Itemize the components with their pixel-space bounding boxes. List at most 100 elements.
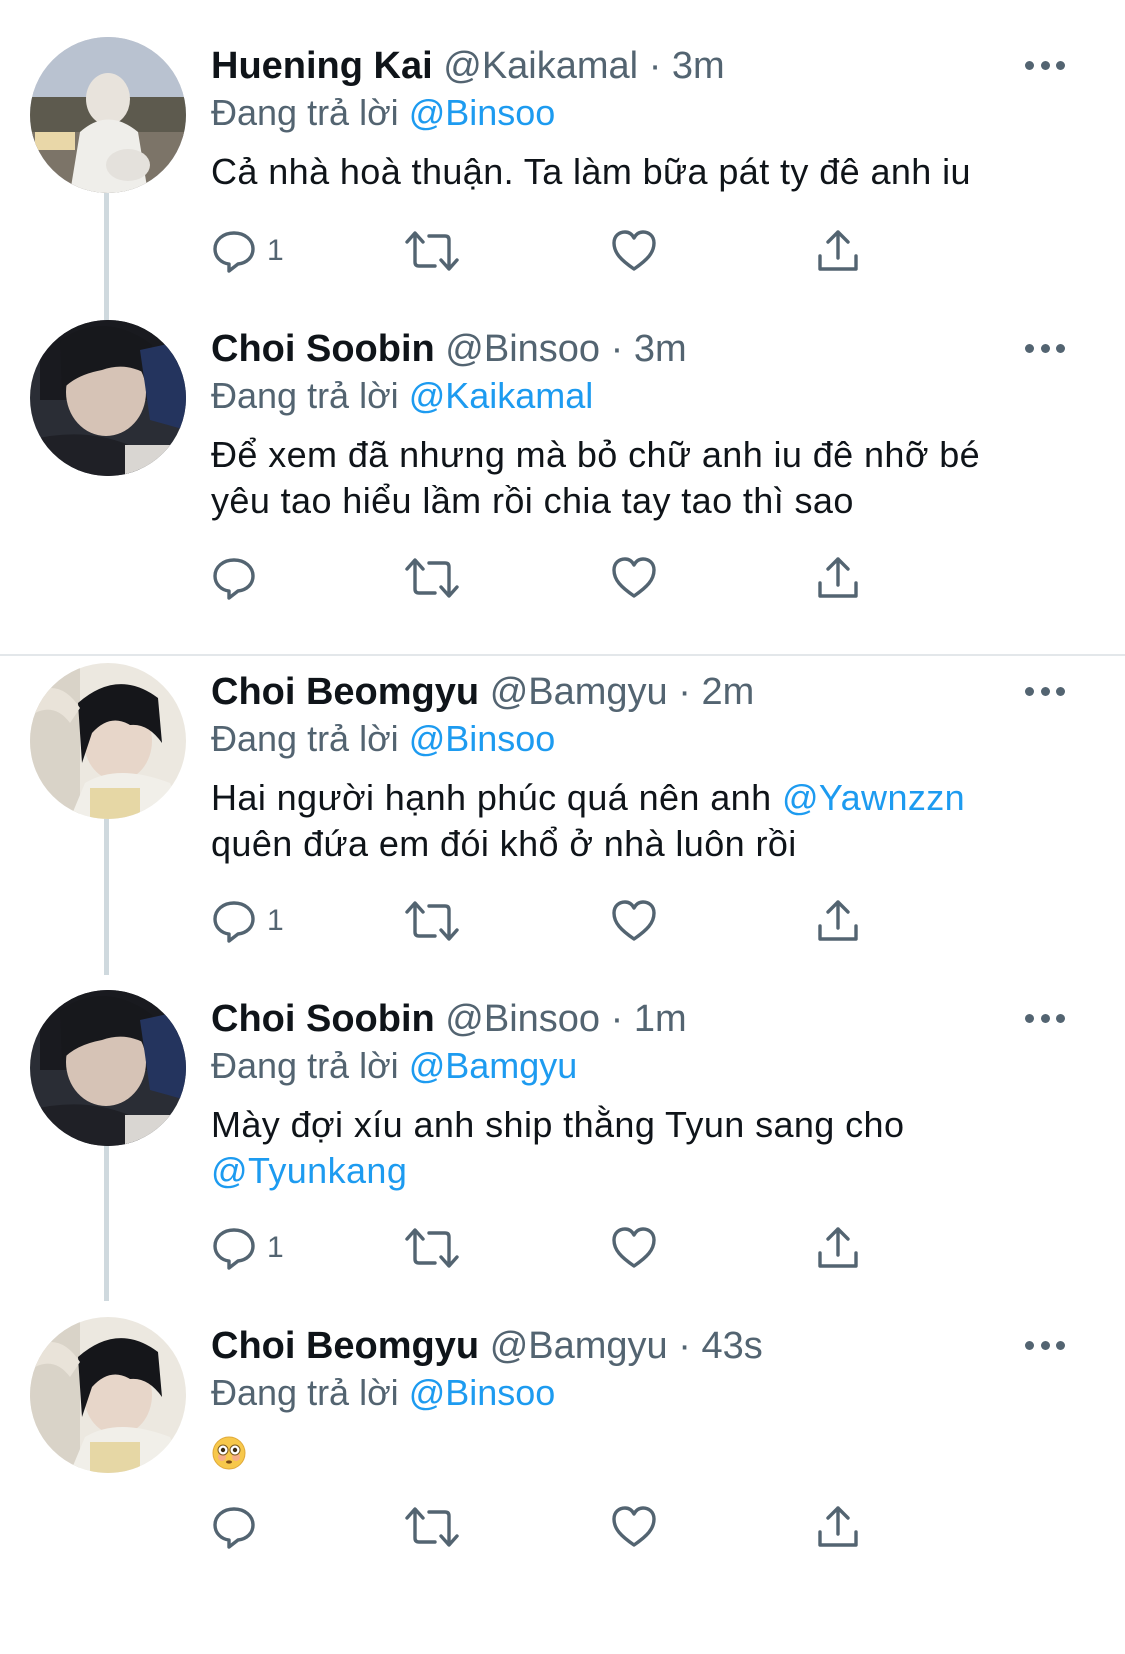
replying-to: Đang trả lời @Binsoo [211, 1370, 555, 1416]
conversation-divider [0, 654, 1125, 656]
separator-dot: · [610, 328, 624, 370]
more-icon[interactable] [1025, 338, 1065, 358]
reply-icon [213, 1228, 255, 1270]
mention-link[interactable]: @Binsoo [409, 92, 556, 133]
display-name[interactable]: Choi Soobin [211, 998, 435, 1040]
user-handle[interactable]: @Bamgyu [490, 1325, 668, 1367]
replying-to-label: Đang trả lời [211, 1372, 399, 1413]
display-name[interactable]: Huening Kai [211, 45, 433, 87]
tweet-text-line: yêu tao hiểu lầm rồi chia tay tao thì sa… [211, 480, 854, 521]
tweet-header: Choi Beomgyu @Bamgyu · 2m [211, 667, 754, 717]
tweet-text-line: Để xem đã nhưng mà bỏ chữ anh iu đê nhỡ … [211, 434, 981, 475]
tweet[interactable]: Huening Kai @Kaikamal · 3m Đang trả lời … [0, 37, 1125, 287]
retweet-icon [405, 901, 459, 941]
retweet-button[interactable] [403, 550, 461, 606]
avatar[interactable] [30, 37, 186, 193]
tweet[interactable]: Choi Beomgyu @Bamgyu · 43s Đang trả lời … [0, 1317, 1125, 1647]
reply-icon [213, 1507, 255, 1549]
reply-button[interactable]: 1 [211, 1220, 284, 1276]
user-handle[interactable]: @Kaikamal [443, 45, 638, 87]
mention-link[interactable]: @Yawnzzn [782, 777, 965, 818]
tweet-actions: 1 [211, 1220, 911, 1276]
tweet-header: Choi Soobin @Binsoo · 3m [211, 324, 687, 374]
tweet-header: Choi Soobin @Binsoo · 1m [211, 994, 687, 1044]
reply-button[interactable] [211, 1499, 267, 1555]
display-name[interactable]: Choi Beomgyu [211, 1325, 479, 1367]
timestamp[interactable]: 43s [701, 1325, 762, 1367]
mention-link[interactable]: @Binsoo [409, 718, 556, 759]
retweet-icon [405, 558, 459, 598]
retweet-button[interactable] [403, 893, 461, 949]
replying-to: Đang trả lời @Bamgyu [211, 1043, 577, 1089]
like-button[interactable] [611, 223, 657, 279]
tweet[interactable]: Choi Beomgyu @Bamgyu · 2m Đang trả lời @… [0, 663, 1125, 963]
mention-link[interactable]: @Bamgyu [409, 1045, 578, 1086]
tweet-feed: Huening Kai @Kaikamal · 3m Đang trả lời … [0, 0, 1125, 1654]
tweet-text: Mày đợi xíu anh ship thằng Tyun sang cho… [211, 1102, 1041, 1194]
user-handle[interactable]: @Bamgyu [490, 671, 668, 713]
replying-to-label: Đang trả lời [211, 92, 399, 133]
tweet-text [211, 1435, 1041, 1482]
avatar[interactable] [30, 320, 186, 476]
more-icon[interactable] [1025, 1008, 1065, 1028]
replying-to: Đang trả lời @Binsoo [211, 90, 555, 136]
like-button[interactable] [611, 550, 657, 606]
reply-button[interactable]: 1 [211, 223, 284, 279]
reply-icon [213, 231, 255, 273]
tweet-actions: 1 [211, 893, 911, 949]
tweet[interactable]: Choi Soobin @Binsoo · 1m Đang trả lời @B… [0, 990, 1125, 1290]
timestamp[interactable]: 3m [672, 45, 725, 87]
share-button[interactable] [815, 223, 861, 279]
avatar[interactable] [30, 663, 186, 819]
share-button[interactable] [815, 1499, 861, 1555]
like-icon [612, 900, 656, 941]
mention-link[interactable]: @Binsoo [409, 1372, 556, 1413]
share-icon [818, 900, 858, 941]
tweet-text-span: Hai người hạnh phúc quá nên anh [211, 777, 782, 818]
more-icon[interactable] [1025, 1335, 1065, 1355]
tweet-text: Hai người hạnh phúc quá nên anh @Yawnzzn… [211, 775, 1041, 867]
share-button[interactable] [815, 893, 861, 949]
separator-dot: · [678, 1325, 691, 1367]
replying-to: Đang trả lời @Binsoo [211, 716, 555, 762]
share-icon [818, 557, 858, 598]
share-button[interactable] [815, 550, 861, 606]
tweet-text-line: Hai người hạnh phúc quá nên anh @Yawnzzn [211, 775, 1041, 821]
like-button[interactable] [611, 1499, 657, 1555]
reply-button[interactable] [211, 550, 267, 606]
tweet-actions [211, 1499, 911, 1555]
like-icon [612, 557, 656, 598]
retweet-button[interactable] [403, 1499, 461, 1555]
retweet-button[interactable] [403, 1220, 461, 1276]
timestamp[interactable]: 2m [701, 671, 754, 713]
tweet[interactable]: Choi Soobin @Binsoo · 3m Đang trả lời @K… [0, 320, 1125, 620]
avatar[interactable] [30, 1317, 186, 1473]
reply-count: 1 [267, 1231, 284, 1264]
replying-to: Đang trả lời @Kaikamal [211, 373, 593, 419]
share-icon [818, 1506, 858, 1547]
display-name[interactable]: Choi Beomgyu [211, 671, 479, 713]
mention-link[interactable]: @Tyunkang [211, 1148, 1041, 1194]
timestamp[interactable]: 1m [634, 998, 687, 1040]
share-icon [818, 1227, 858, 1268]
tweet-actions [211, 550, 911, 606]
retweet-icon [405, 1228, 459, 1268]
tweet-text: Cả nhà hoà thuận. Ta làm bữa pát ty đê a… [211, 151, 971, 192]
mention-link[interactable]: @Kaikamal [409, 375, 594, 416]
user-handle[interactable]: @Binsoo [445, 328, 600, 370]
retweet-icon [405, 1507, 459, 1547]
user-handle[interactable]: @Binsoo [445, 998, 600, 1040]
display-name[interactable]: Choi Soobin [211, 328, 435, 370]
reply-count: 1 [267, 904, 284, 937]
retweet-button[interactable] [403, 223, 461, 279]
more-icon[interactable] [1025, 681, 1065, 701]
like-button[interactable] [611, 893, 657, 949]
reply-button[interactable]: 1 [211, 893, 284, 949]
retweet-icon [405, 231, 459, 271]
share-button[interactable] [815, 1220, 861, 1276]
separator-dot: · [648, 45, 662, 87]
avatar[interactable] [30, 990, 186, 1146]
more-icon[interactable] [1025, 55, 1065, 75]
timestamp[interactable]: 3m [634, 328, 687, 370]
like-button[interactable] [611, 1220, 657, 1276]
